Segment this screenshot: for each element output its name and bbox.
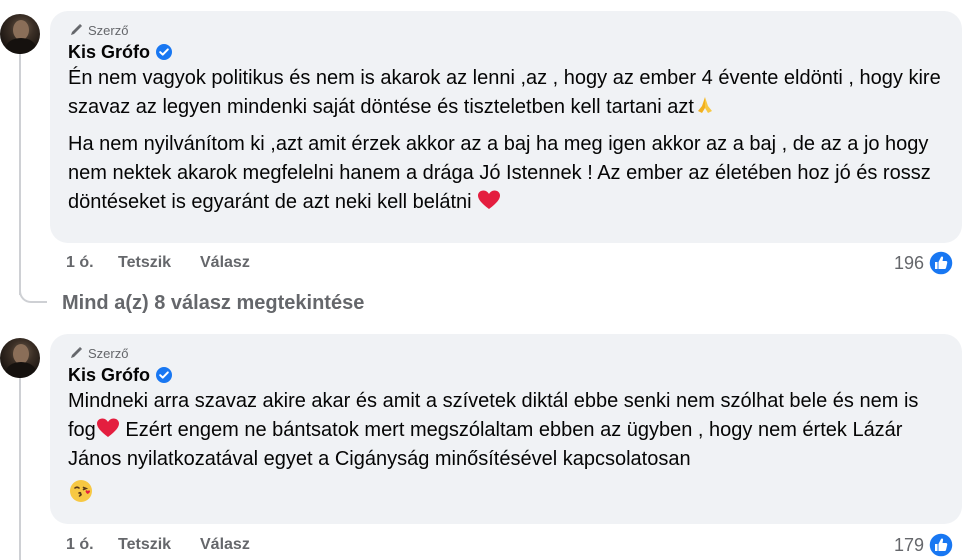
kiss-emoji-icon bbox=[70, 480, 92, 502]
like-reaction-icon bbox=[928, 532, 954, 558]
badge-label: Szerző bbox=[88, 22, 129, 38]
comment-actions: 1 ó. Tetszik Válasz bbox=[66, 534, 250, 556]
avatar-face bbox=[13, 20, 29, 40]
avatar[interactable] bbox=[0, 14, 40, 54]
comment-paragraph: Mindneki arra szavaz akire akar és amit … bbox=[68, 387, 948, 474]
avatar-face bbox=[13, 344, 29, 364]
pencil-icon bbox=[71, 346, 83, 358]
paragraph-text: Ezért engem ne bántsatok mert megszólalt… bbox=[68, 419, 903, 470]
verified-icon bbox=[156, 367, 173, 383]
praying-hands-icon bbox=[697, 97, 712, 113]
author-name[interactable]: Kis Grófo bbox=[68, 365, 150, 386]
timestamp[interactable]: 1 ó. bbox=[66, 536, 118, 554]
author-row: Kis Grófo bbox=[68, 40, 962, 64]
avatar[interactable] bbox=[0, 338, 40, 378]
paragraph-text: Én nem vagyok politikus és nem is akarok… bbox=[68, 67, 941, 118]
reaction-count: 179 bbox=[893, 534, 924, 555]
avatar-body bbox=[6, 38, 36, 54]
reaction-summary[interactable]: 196 bbox=[894, 249, 954, 277]
reaction-count: 196 bbox=[893, 252, 924, 273]
thread-line bbox=[19, 368, 21, 560]
comment-paragraph: Ha nem nyilvánítom ki ,azt amit érzek ak… bbox=[68, 130, 948, 217]
comment-bubble: Szerző Kis Grófo Én nem vagyok politikus… bbox=[50, 11, 962, 243]
reply-button[interactable]: Válasz bbox=[200, 254, 250, 272]
author-badge: Szerző bbox=[68, 20, 962, 40]
verified-icon bbox=[156, 44, 173, 60]
avatar-body bbox=[6, 362, 36, 378]
comment-actions: 1 ó. Tetszik Válasz bbox=[66, 252, 250, 274]
like-button[interactable]: Tetszik bbox=[118, 254, 200, 272]
comment-paragraph: Én nem vagyok politikus és nem is akarok… bbox=[68, 64, 948, 122]
author-badge: Szerző bbox=[68, 343, 962, 363]
author-row: Kis Grófo bbox=[68, 363, 962, 387]
red-heart-icon bbox=[96, 418, 119, 437]
like-button[interactable]: Tetszik bbox=[118, 536, 200, 554]
comment-paragraph bbox=[68, 478, 948, 510]
thread-line bbox=[19, 40, 21, 295]
author-name[interactable]: Kis Grófo bbox=[68, 42, 150, 63]
timestamp[interactable]: 1 ó. bbox=[66, 254, 118, 272]
comment-bubble: Szerző Kis Grófo Mindneki arra szavaz ak… bbox=[50, 334, 962, 524]
comment-text: Én nem vagyok politikus és nem is akarok… bbox=[68, 64, 948, 217]
red-heart-icon bbox=[478, 190, 501, 209]
comment-text: Mindneki arra szavaz akire akar és amit … bbox=[68, 387, 948, 510]
reaction-summary[interactable]: 179 bbox=[894, 531, 954, 559]
badge-label: Szerző bbox=[88, 345, 129, 361]
pencil-icon bbox=[71, 23, 83, 35]
view-replies-link[interactable]: Mind a(z) 8 válasz megtekintése bbox=[62, 292, 364, 315]
reply-button[interactable]: Válasz bbox=[200, 536, 250, 554]
like-reaction-icon bbox=[928, 250, 954, 276]
thread-line-curve bbox=[19, 287, 47, 303]
